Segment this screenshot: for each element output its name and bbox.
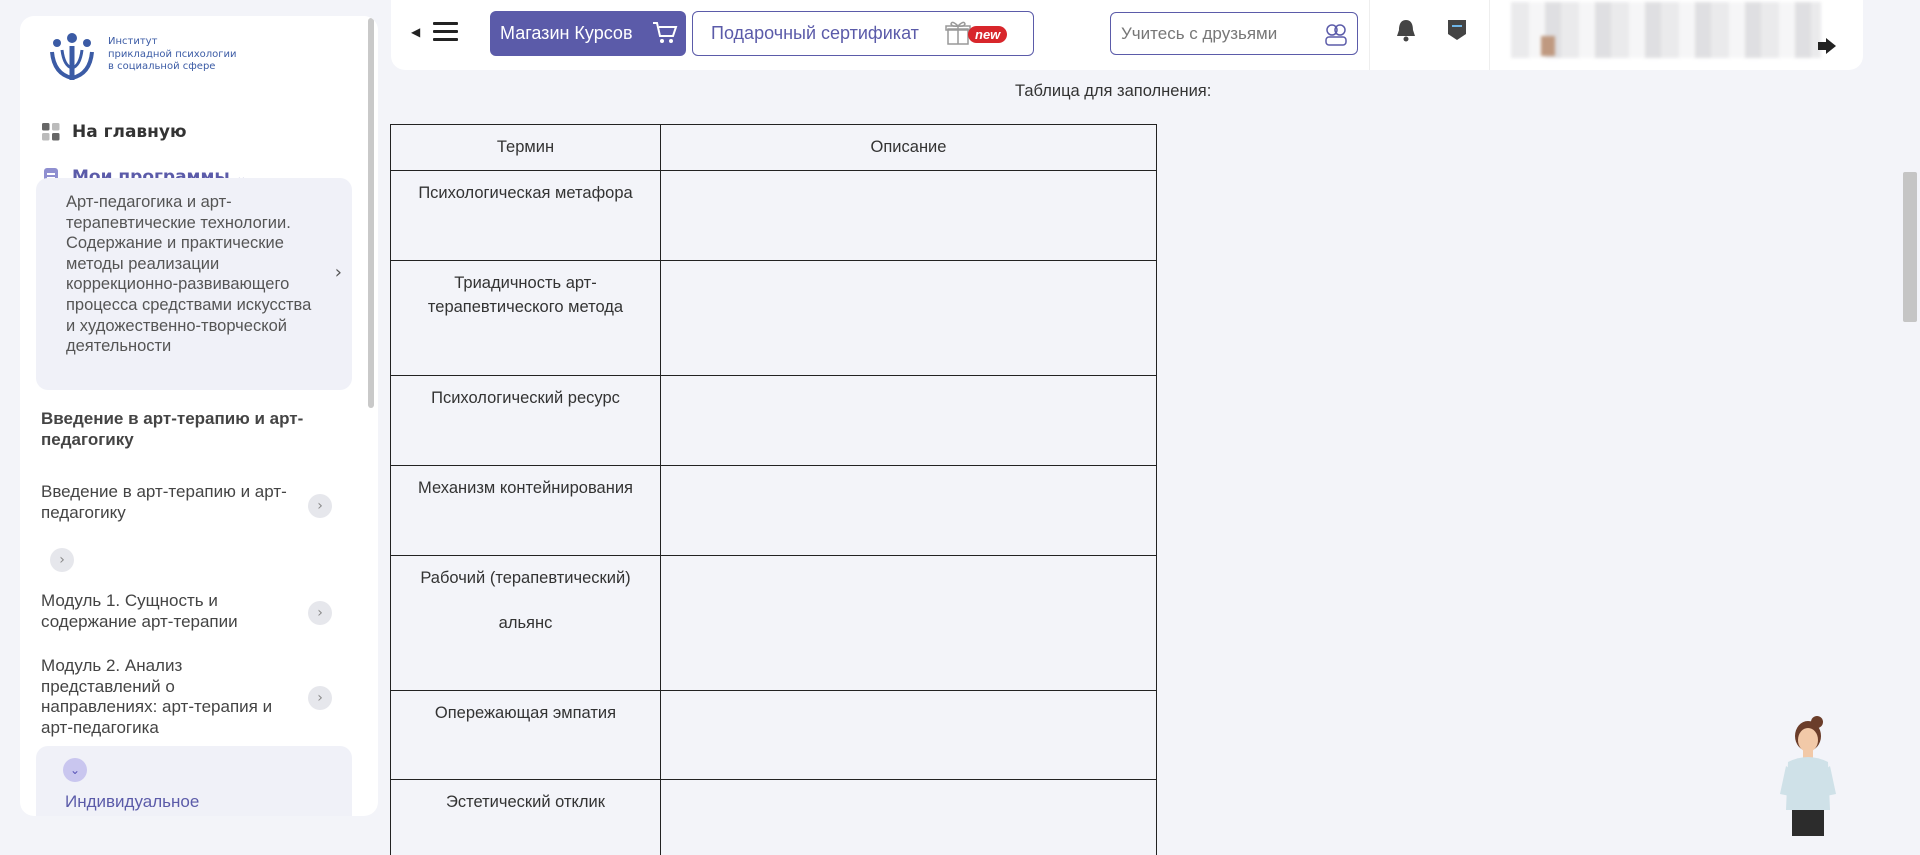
chevron-right-icon[interactable]: › [308,601,332,625]
page-scrollbar[interactable] [1900,0,1920,855]
divider [1369,0,1370,70]
logo-icon [50,33,94,81]
lesson-item[interactable]: Введение в арт-терапию и арт-педагогику [41,482,301,523]
table-row: Триадичность арт-терапевтического метода [390,260,1157,376]
logo[interactable]: Институт прикладной психологии в социаль… [44,30,237,86]
term-cell: Опережающая эмпатия [390,690,661,780]
description-cell [660,260,1157,376]
assistant-avatar-icon[interactable] [1772,714,1844,838]
course-shop-label: Магазин Курсов [500,23,633,43]
bell-icon[interactable] [1395,18,1417,42]
lesson-item[interactable]: Модуль 2. Анализ представлений о направл… [41,656,291,738]
chevron-right-icon: › [334,262,342,283]
chevron-right-icon[interactable]: › [50,548,74,572]
logo-line: Институт [108,36,158,47]
logo-line: в социальной сфере [108,61,216,72]
nav-home[interactable]: На главную [42,122,187,142]
section-title: Введение в арт-терапию и арт-педагогику [41,409,304,449]
chevron-right-icon[interactable]: › [308,494,332,518]
menu-icon[interactable] [433,22,458,42]
table-header-term: Термин [390,124,661,171]
fill-in-table: Термин Описание Психологическая метафора… [390,124,1157,855]
topbar: ◀ Магазин Курсов Подарочный сертификат n… [391,0,1863,70]
grid-icon [42,123,60,141]
lesson-item[interactable]: Модуль 1. Сущность и содержание арт-тера… [41,591,301,632]
description-cell [660,555,1157,691]
table-row: Механизм контейнирования [390,465,1157,556]
description-cell [660,779,1157,855]
page-scrollbar-thumb[interactable] [1903,172,1917,322]
learn-with-friends-button[interactable]: Учитесь с друзьями [1110,12,1358,55]
term-cell: Рабочий (терапевтический) альянс [390,555,661,691]
logout-icon[interactable] [1816,36,1838,56]
chevron-down-icon[interactable]: ⌄ [63,758,87,782]
collapse-arrow-icon[interactable]: ◀ [411,25,420,39]
gift-certificate-button[interactable]: Подарочный сертификат new [692,11,1034,56]
table-header-description: Описание [660,124,1157,171]
friends-icon [1325,24,1347,46]
description-cell [660,690,1157,780]
program-item[interactable]: Арт-педагогика и арт-терапевтические тех… [36,178,352,390]
divider [1489,0,1490,70]
table-caption: Таблица для заполнения: [1015,82,1212,100]
cart-icon [653,22,678,43]
term-cell: Психологический ресурс [390,375,661,466]
gift-certificate-label: Подарочный сертификат [711,23,919,43]
term-cell: Механизм контейнирования [390,465,661,556]
description-cell [660,375,1157,466]
avatar [1541,36,1555,56]
table-row: Опережающая эмпатия [390,690,1157,780]
chat-icon[interactable] [1446,18,1468,42]
new-badge: new [968,26,1008,43]
description-cell [660,465,1157,556]
table-row: Эстетический отклик [390,779,1157,855]
learn-with-friends-label: Учитесь с друзьями [1121,23,1278,43]
term-cell: Психологическая метафора [390,170,661,261]
sidebar-scrollbar[interactable] [368,18,374,408]
sidebar: Институт прикладной психологии в социаль… [20,16,378,816]
program-title: Арт-педагогика и арт-терапевтические тех… [66,193,312,356]
chevron-right-icon[interactable]: › [308,686,332,710]
nav-home-label: На главную [72,122,187,142]
description-cell [660,170,1157,261]
task-label: Индивидуальное практическое задание [65,792,241,816]
table-row: Психологический ресурс [390,375,1157,466]
table-row: Психологическая метафора [390,170,1157,261]
active-task-item[interactable]: ⌄ Индивидуальное практическое задание [36,746,352,816]
logo-line: прикладной психологии [108,48,237,60]
course-shop-button[interactable]: Магазин Курсов [490,11,686,56]
term-cell: Триадичность арт-терапевтического метода [390,260,661,376]
logo-text: Институт прикладной психологии в социаль… [108,36,237,74]
term-cell: Эстетический отклик [390,779,661,855]
table-row: Рабочий (терапевтический) альянс [390,555,1157,691]
user-profile-blurred[interactable] [1511,2,1821,58]
